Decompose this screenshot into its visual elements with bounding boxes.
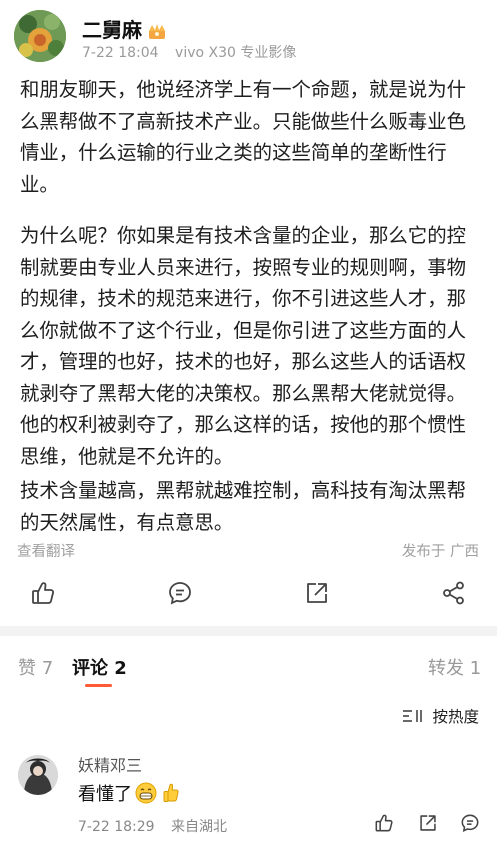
commenter-avatar[interactable] [18, 755, 58, 795]
post-paragraph-1: 和朋友聊天，他说经济学上有一个命题，就是说为什么黑帮做不了高新技术产业。只能做些… [20, 78, 466, 196]
comment-meta: 7-22 18:29 来自湖北 [78, 816, 239, 836]
post-action-bar [0, 570, 497, 616]
sort-by-hot-button[interactable]: 按热度 [402, 705, 479, 727]
interaction-tabs: 赞 7 评论 2 转发 1 [0, 640, 497, 690]
sort-label: 按热度 [432, 708, 479, 726]
crown-badge-icon [148, 21, 166, 39]
weibo-post-page: 二舅麻 7-22 18:04 vivo X30 专业影像 和朋友聊天，他说经济学… [0, 0, 497, 862]
post-device: vivo X30 专业影像 [175, 45, 297, 61]
comment-like-icon[interactable] [374, 813, 394, 833]
tab-comments[interactable]: 评论 2 [72, 654, 127, 680]
section-divider [0, 626, 497, 636]
tab-reposts[interactable]: 转发 1 [428, 654, 481, 680]
network-share-icon[interactable] [441, 580, 467, 606]
tab-likes[interactable]: 赞 7 [18, 654, 53, 680]
author-name[interactable]: 二舅麻 [82, 14, 166, 43]
post-header: 二舅麻 7-22 18:04 vivo X30 专业影像 [0, 0, 497, 70]
author-name-text[interactable]: 二舅麻 [82, 14, 142, 43]
comment-text-content: 看懂了 [78, 784, 132, 805]
comment-share-icon[interactable] [418, 813, 438, 833]
post-location: 发布于 广西 [401, 544, 479, 560]
grin-emoji-icon [135, 782, 157, 804]
view-translation-link[interactable]: 查看翻译 [17, 540, 75, 561]
comment-time: 7-22 18:29 [78, 819, 155, 835]
comment-location: 来自湖北 [171, 819, 228, 835]
comment-item: 妖精邓三 看懂了 7-22 18:29 来自湖北 [0, 740, 497, 850]
thumbs-up-emoji-icon [160, 782, 182, 804]
post-time: 7-22 18:04 [82, 45, 159, 61]
commenter-name[interactable]: 妖精邓三 [78, 752, 142, 776]
comment-reply-icon[interactable] [460, 813, 480, 833]
active-tab-indicator [85, 684, 112, 687]
sort-icon [402, 709, 424, 723]
share-icon[interactable] [304, 580, 330, 606]
author-avatar[interactable] [14, 10, 66, 62]
post-meta: 7-22 18:04 vivo X30 专业影像 [82, 42, 308, 62]
thumbs-up-icon[interactable] [30, 580, 56, 606]
comment-icon[interactable] [167, 580, 193, 606]
comment-text: 看懂了 [78, 780, 182, 806]
post-paragraph-2: 为什么呢？你如果是有技术含量的企业，那么它的控制就要由专业人员来进行，按照专业的… [20, 224, 466, 468]
post-paragraph-3: 技术含量越高，黑帮就越难控制，高科技有淘汰黑帮的天然属性，有点意思。 [20, 479, 466, 534]
